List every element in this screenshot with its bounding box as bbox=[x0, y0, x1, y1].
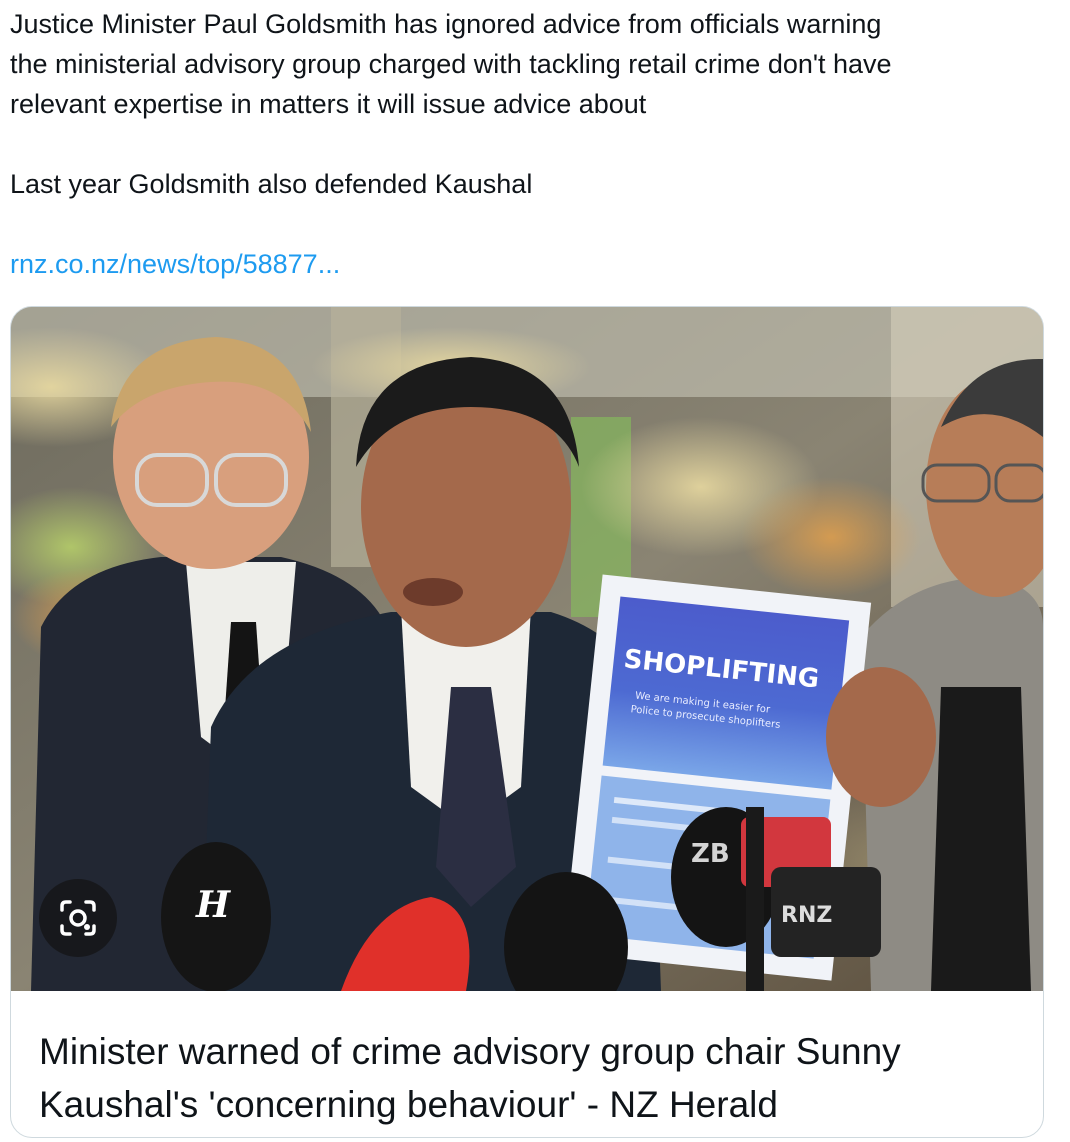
link-preview-card[interactable]: SHOPLIFTING We are making it easier for … bbox=[10, 306, 1044, 1138]
card-headline-line: Kaushal's 'concerning behaviour' - NZ He… bbox=[39, 1084, 778, 1125]
article-link[interactable]: rnz.co.nz/news/top/58877... bbox=[10, 249, 340, 279]
visual-search-icon[interactable] bbox=[39, 879, 117, 957]
mic-logo: RNZ bbox=[781, 903, 832, 928]
card-headline[interactable]: Minister warned of crime advisory group … bbox=[39, 1025, 1029, 1131]
tweet-text-line: Last year Goldsmith also defended Kausha… bbox=[10, 169, 533, 199]
tweet-text-line: relevant expertise in matters it will is… bbox=[10, 89, 647, 119]
tweet-text: Justice Minister Paul Goldsmith has igno… bbox=[10, 4, 1060, 284]
mic-logo: ZB bbox=[691, 839, 730, 869]
article-photo[interactable]: SHOPLIFTING We are making it easier for … bbox=[11, 307, 1043, 991]
press-conference-photo: SHOPLIFTING We are making it easier for … bbox=[11, 307, 1043, 991]
tweet-text-line: Justice Minister Paul Goldsmith has igno… bbox=[10, 9, 882, 39]
card-headline-line: Minister warned of crime advisory group … bbox=[39, 1031, 901, 1072]
tweet-text-line: the ministerial advisory group charged w… bbox=[10, 49, 892, 79]
mic-logo: H bbox=[195, 884, 231, 926]
